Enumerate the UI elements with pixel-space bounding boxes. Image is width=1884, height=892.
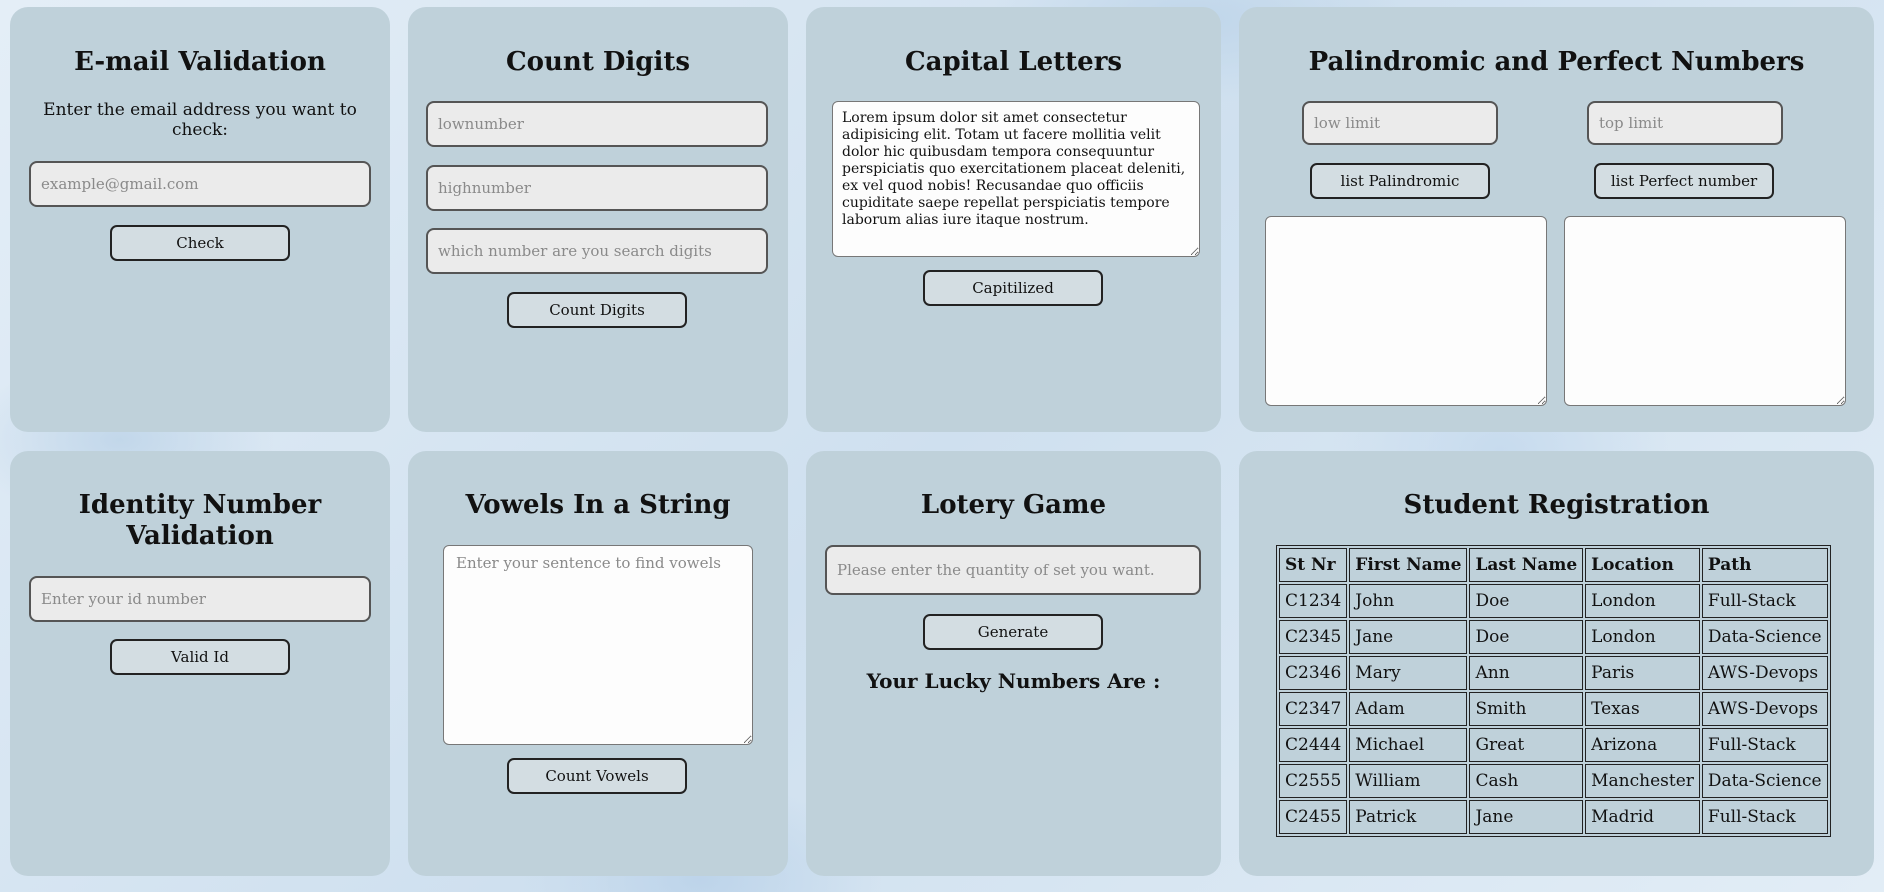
email-validation-card: E-mail Validation Enter the email addres…: [10, 7, 390, 432]
lucky-numbers-label: Your Lucky Numbers Are :: [866, 669, 1161, 693]
table-cell: Patrick: [1349, 800, 1468, 834]
table-cell: Jane: [1349, 620, 1468, 654]
table-cell: Full-Stack: [1701, 584, 1828, 618]
table-cell: AWS-Devops: [1701, 656, 1828, 690]
table-cell: Data-Science: [1701, 620, 1828, 654]
table-cell: Paris: [1585, 656, 1700, 690]
table-cell: AWS-Devops: [1701, 692, 1828, 726]
column-header: Location: [1585, 548, 1700, 582]
capital-letters-title: Capital Letters: [904, 47, 1123, 77]
table-cell: London: [1585, 584, 1700, 618]
count-digits-button[interactable]: Count Digits: [507, 292, 687, 328]
student-registration-card: Student Registration St Nr First Name La…: [1239, 451, 1874, 876]
table-cell: Cash: [1469, 764, 1584, 798]
identity-validation-title: Identity Number Validation: [78, 490, 322, 551]
count-vowels-button[interactable]: Count Vowels: [507, 758, 687, 794]
table-cell: Ann: [1469, 656, 1584, 690]
lownumber-input[interactable]: [426, 101, 768, 147]
check-button[interactable]: Check: [110, 225, 290, 261]
list-palindromic-button[interactable]: list Palindromic: [1310, 163, 1490, 199]
column-header: St Nr: [1279, 548, 1348, 582]
palindromic-perfect-card: Palindromic and Perfect Numbers list Pal…: [1239, 7, 1874, 432]
column-header: Last Name: [1469, 548, 1584, 582]
table-cell: C2346: [1279, 656, 1348, 690]
table-row: C2555 William Cash Manchester Data-Scien…: [1279, 764, 1828, 798]
table-cell: Jane: [1469, 800, 1584, 834]
table-cell: Adam: [1349, 692, 1468, 726]
table-cell: Texas: [1585, 692, 1700, 726]
palindromic-perfect-title: Palindromic and Perfect Numbers: [1308, 47, 1805, 77]
table-row: C2346 Mary Ann Paris AWS-Devops: [1279, 656, 1828, 690]
capital-textarea[interactable]: Lorem ipsum dolor sit amet consectetur a…: [832, 101, 1200, 257]
perfect-number-output[interactable]: [1564, 216, 1846, 406]
table-cell: Doe: [1469, 620, 1584, 654]
low-limit-input[interactable]: [1302, 101, 1498, 145]
lottery-quantity-input[interactable]: [825, 545, 1201, 595]
table-cell: Great: [1469, 728, 1584, 762]
count-digits-card: Count Digits Count Digits: [408, 7, 788, 432]
table-cell: Arizona: [1585, 728, 1700, 762]
lottery-title: Lotery Game: [920, 490, 1107, 520]
table-row: C1234 John Doe London Full-Stack: [1279, 584, 1828, 618]
table-cell: Smith: [1469, 692, 1584, 726]
vowels-card: Vowels In a String Count Vowels: [408, 451, 788, 876]
table-cell: John: [1349, 584, 1468, 618]
table-cell: C2347: [1279, 692, 1348, 726]
generate-button[interactable]: Generate: [923, 614, 1103, 650]
top-limit-input[interactable]: [1587, 101, 1783, 145]
search-digit-input[interactable]: [426, 228, 768, 274]
capital-letters-card: Capital Letters Lorem ipsum dolor sit am…: [806, 7, 1221, 432]
capitilized-button[interactable]: Capitilized: [923, 270, 1103, 306]
student-table: St Nr First Name Last Name Location Path…: [1276, 545, 1831, 837]
table-row: C2444 Michael Great Arizona Full-Stack: [1279, 728, 1828, 762]
table-cell: Doe: [1469, 584, 1584, 618]
lottery-card: Lotery Game Generate Your Lucky Numbers …: [806, 451, 1221, 876]
vowels-textarea[interactable]: [443, 545, 753, 745]
table-row: C2345 Jane Doe London Data-Science: [1279, 620, 1828, 654]
table-cell: Michael: [1349, 728, 1468, 762]
id-number-input[interactable]: [29, 576, 371, 622]
table-cell: C2555: [1279, 764, 1348, 798]
table-cell: C2345: [1279, 620, 1348, 654]
table-cell: Madrid: [1585, 800, 1700, 834]
email-input[interactable]: [29, 161, 371, 207]
table-cell: London: [1585, 620, 1700, 654]
column-header: First Name: [1349, 548, 1468, 582]
table-cell: Full-Stack: [1701, 800, 1828, 834]
table-cell: William: [1349, 764, 1468, 798]
count-digits-title: Count Digits: [505, 47, 691, 77]
column-header: Path: [1701, 548, 1828, 582]
table-cell: C1234: [1279, 584, 1348, 618]
identity-validation-card: Identity Number Validation Valid Id: [10, 451, 390, 876]
table-row: C2347 Adam Smith Texas AWS-Devops: [1279, 692, 1828, 726]
email-validation-title: E-mail Validation: [74, 47, 326, 77]
student-registration-title: Student Registration: [1403, 490, 1710, 520]
table-cell: Full-Stack: [1701, 728, 1828, 762]
table-cell: Data-Science: [1701, 764, 1828, 798]
valid-id-button[interactable]: Valid Id: [110, 639, 290, 675]
table-cell: Mary: [1349, 656, 1468, 690]
palindromic-output[interactable]: [1265, 216, 1547, 406]
list-perfect-number-button[interactable]: list Perfect number: [1594, 163, 1774, 199]
table-cell: C2444: [1279, 728, 1348, 762]
table-cell: Manchester: [1585, 764, 1700, 798]
vowels-title: Vowels In a String: [465, 490, 731, 520]
highnumber-input[interactable]: [426, 165, 768, 211]
table-header-row: St Nr First Name Last Name Location Path: [1279, 548, 1828, 582]
email-prompt: Enter the email address you want to chec…: [43, 100, 357, 140]
table-cell: C2455: [1279, 800, 1348, 834]
table-row: C2455 Patrick Jane Madrid Full-Stack: [1279, 800, 1828, 834]
